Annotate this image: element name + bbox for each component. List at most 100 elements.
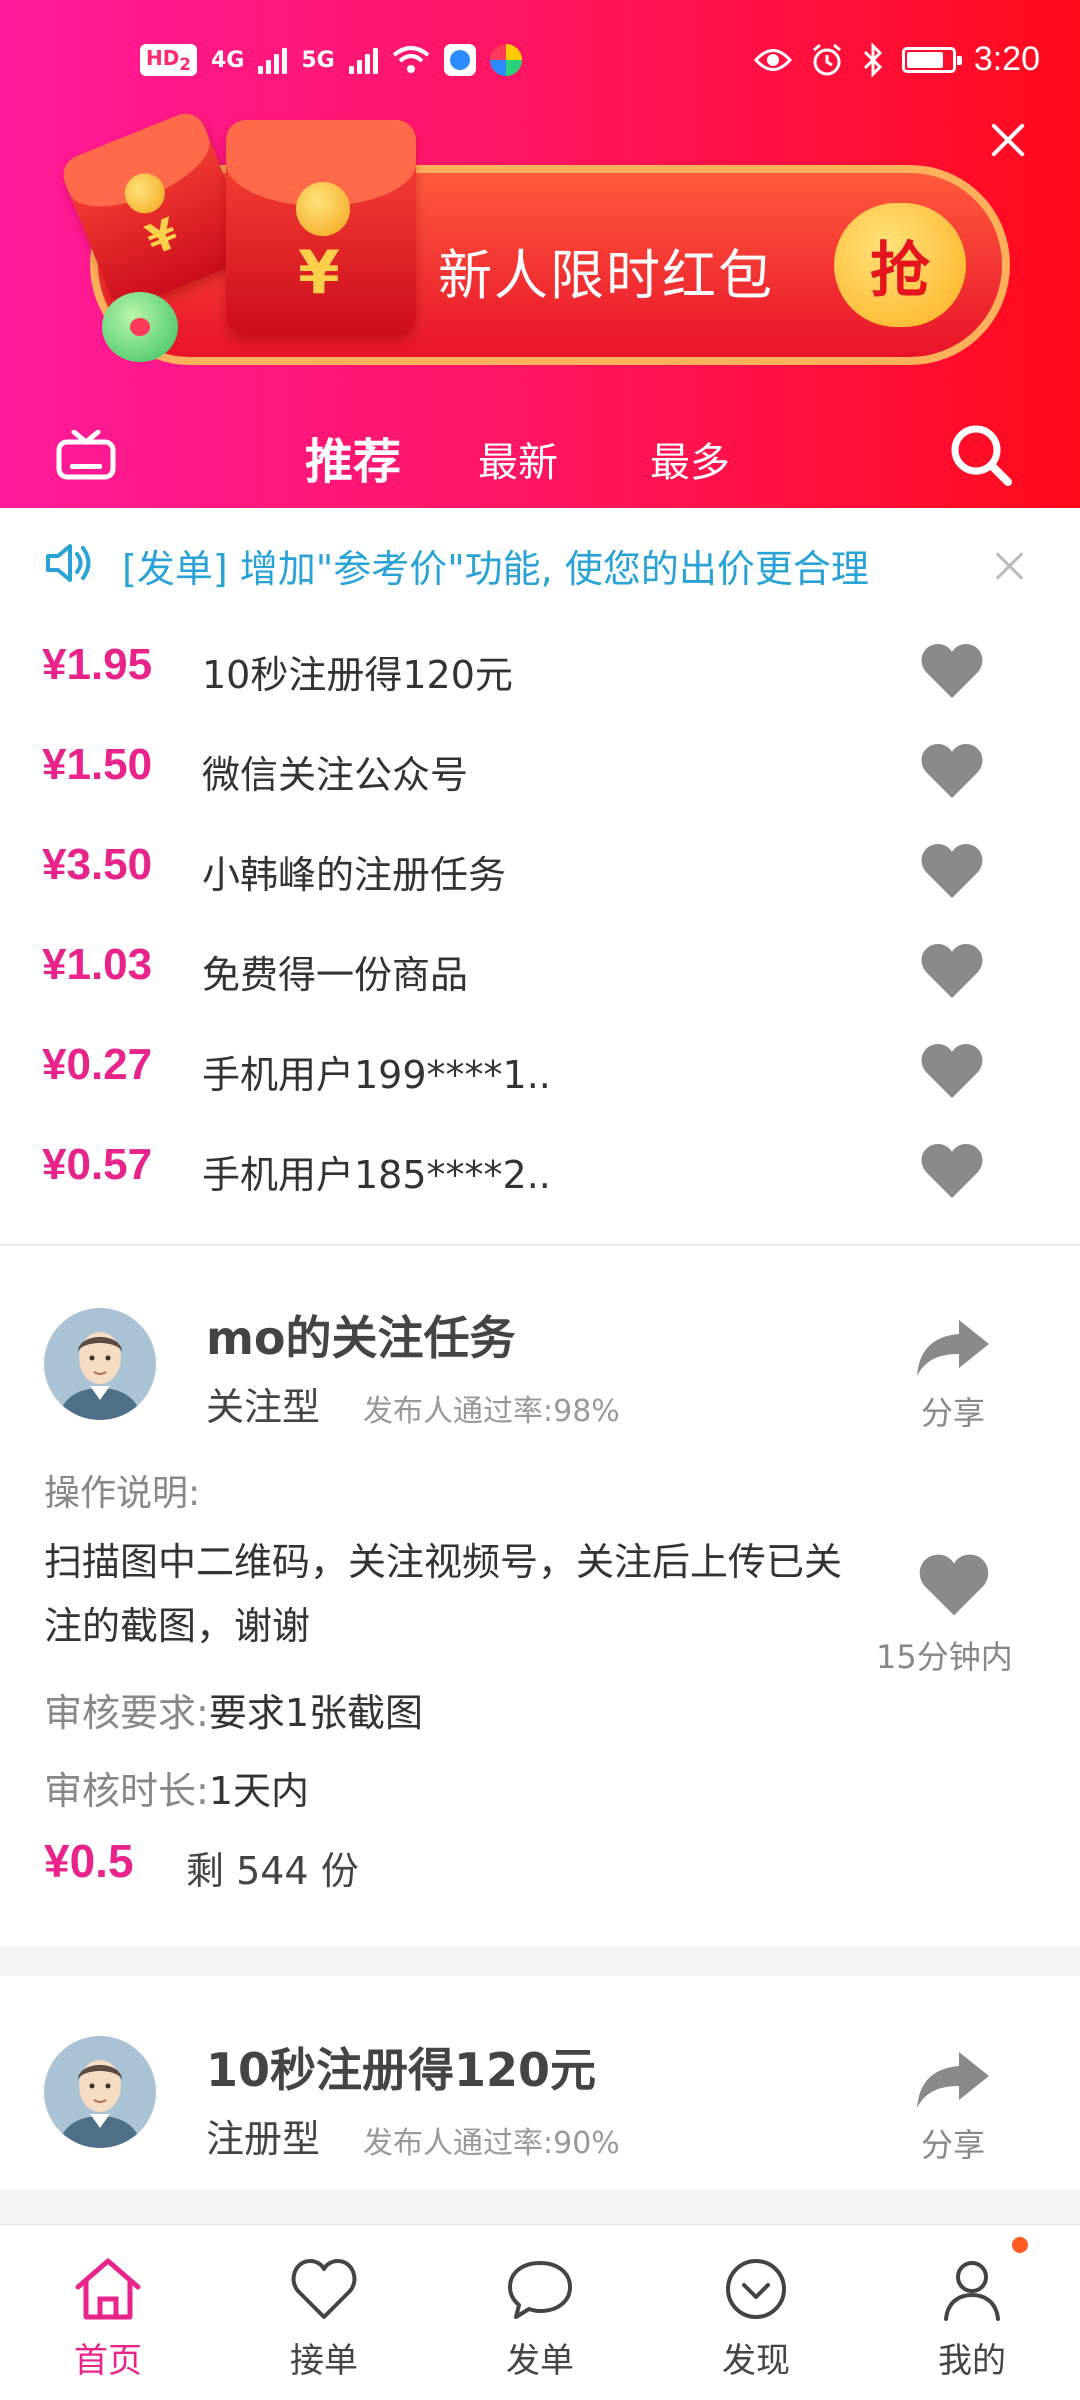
quick-task-title: 10秒注册得120元	[202, 653, 513, 697]
share-icon	[917, 2052, 989, 2108]
banner-close-icon[interactable]	[986, 118, 1030, 162]
quick-task-row[interactable]: ¥1.50 微信关注公众号	[0, 720, 1080, 820]
quick-task-title: 小韩峰的注册任务	[202, 853, 507, 897]
chat-icon	[508, 2261, 572, 2319]
review-req-value: 要求1张截图	[208, 1691, 423, 1735]
nav-label: 发现	[722, 2341, 790, 2381]
notice-text: [发单] 增加"参考价"功能, 使您的出价更合理	[122, 547, 869, 591]
quick-task-title: 手机用户199****1..	[202, 1053, 551, 1097]
quick-task-price: ¥3.50	[42, 840, 153, 889]
red-packet-icon-front: ¥	[226, 120, 416, 336]
alarm-icon	[812, 43, 841, 75]
notice-close-icon[interactable]	[992, 548, 1028, 584]
hd-sub: 2	[179, 55, 191, 74]
signal-icon	[258, 46, 288, 74]
tab-most[interactable]: 最多	[650, 430, 730, 488]
quick-task-row[interactable]: ¥0.57 手机用户185****2..	[0, 1120, 1080, 1220]
heart-icon[interactable]	[920, 942, 984, 1000]
battery-level	[906, 51, 943, 68]
publisher-pass-rate: 发布人通过率:98%	[363, 1394, 620, 1429]
quick-task-price: ¥1.95	[42, 640, 153, 689]
network-5g-label: 5G	[301, 47, 335, 73]
discover-icon	[726, 2259, 786, 2319]
tab-latest[interactable]: 最新	[478, 430, 558, 488]
tv-icon[interactable]	[56, 430, 116, 480]
nav-label: 我的	[938, 2341, 1006, 2381]
task-type: 注册型	[206, 2117, 321, 2161]
nav-discover[interactable]: 发现	[686, 2255, 826, 2382]
share-label: 分享	[920, 2126, 985, 2164]
packet-yen-1: ¥	[139, 208, 185, 265]
remaining-count: 剩 544 份	[186, 1849, 359, 1893]
heart-icon[interactable]	[920, 642, 984, 700]
heart-icon	[291, 2259, 357, 2319]
heart-icon[interactable]	[918, 1552, 990, 1618]
tab-bar: 推荐 最新 最多	[0, 400, 1080, 500]
signal-icon-2	[348, 46, 378, 74]
share-button[interactable]: 分享	[908, 2048, 998, 2166]
heart-icon[interactable]	[920, 742, 984, 800]
share-button[interactable]: 分享	[908, 1316, 998, 1434]
status-right: 3:20	[753, 40, 1040, 79]
heart-icon[interactable]	[920, 842, 984, 900]
quick-task-price: ¥1.50	[42, 740, 153, 789]
status-time: 3:20	[973, 40, 1040, 78]
nav-label: 发单	[506, 2341, 574, 2381]
nav-home[interactable]: 首页	[38, 2255, 178, 2382]
quick-task-price: ¥0.27	[42, 1040, 153, 1089]
task-card[interactable]: mo的关注任务 关注型 发布人通过率:98% 分享 操作说明: 扫描图中二维码，…	[0, 1246, 1080, 1946]
search-icon[interactable]	[948, 422, 1014, 488]
bluetooth-icon	[863, 42, 882, 77]
quick-task-row[interactable]: ¥3.50 小韩峰的注册任务	[0, 820, 1080, 920]
quick-task-row[interactable]: ¥1.03 免费得一份商品	[0, 920, 1080, 1020]
app-icon-2	[489, 44, 522, 76]
review-duration: 审核时长:1天内	[44, 1760, 309, 1815]
task-title: 10秒注册得120元	[206, 2043, 597, 2097]
notification-dot	[1012, 2237, 1028, 2253]
grab-button[interactable]: 抢	[834, 203, 966, 327]
nav-label: 首页	[74, 2341, 142, 2381]
quick-task-title: 微信关注公众号	[202, 753, 469, 797]
quick-task-title: 手机用户185****2..	[202, 1153, 551, 1197]
home-icon	[75, 2258, 141, 2320]
status-left: HD2 4G 5G	[140, 44, 522, 76]
avatar	[44, 1308, 156, 1420]
task-reward: ¥0.5	[44, 1835, 134, 1887]
review-dur-label: 审核时长:	[44, 1769, 209, 1813]
operation-label: 操作说明:	[44, 1473, 201, 1514]
review-dur-value: 1天内	[208, 1769, 309, 1813]
time-limit: 15分钟内	[876, 1638, 1013, 1676]
heart-icon[interactable]	[920, 1142, 984, 1200]
share-label: 分享	[920, 1394, 985, 1432]
quick-task-price: ¥0.57	[42, 1140, 153, 1189]
wifi-icon	[392, 46, 429, 73]
tab-recommend[interactable]: 推荐	[305, 422, 401, 492]
header: HD2 4G 5G 3:20 新人限时红包 抢 ¥ ¥ 推荐 最新 最多	[0, 0, 1080, 508]
publisher-pass-rate: 发布人通过率:90%	[363, 2126, 620, 2161]
notice-bar[interactable]: [发单] 增加"参考价"功能, 使您的出价更合理	[0, 508, 1080, 620]
task-type: 关注型	[206, 1385, 321, 1429]
task-title: mo的关注任务	[206, 1311, 516, 1365]
bottom-nav: 首页 接单 发单 发现 我的	[0, 2224, 1080, 2400]
quick-task-price: ¥1.03	[42, 940, 153, 989]
heart-icon[interactable]	[920, 1042, 984, 1100]
quick-task-title: 免费得一份商品	[202, 953, 469, 997]
jade-coin-icon	[102, 292, 178, 362]
battery-icon	[901, 46, 962, 73]
avatar	[44, 2036, 156, 2148]
nav-accept[interactable]: 接单	[254, 2255, 394, 2382]
hd-indicator: HD2	[140, 44, 197, 76]
review-req-label: 审核要求:	[44, 1691, 209, 1735]
quick-task-row[interactable]: ¥1.95 10秒注册得120元	[0, 620, 1080, 720]
quick-task-list: ¥1.95 10秒注册得120元 ¥1.50 微信关注公众号 ¥3.50 小韩峰…	[0, 620, 1080, 1245]
network-4g-label: 4G	[210, 47, 245, 73]
operation-description: 扫描图中二维码，关注视频号，关注后上传已关注的截图，谢谢	[44, 1540, 843, 1648]
banner-text: 新人限时红包	[438, 244, 774, 307]
nav-publish[interactable]: 发单	[470, 2255, 610, 2382]
nav-profile[interactable]: 我的	[902, 2255, 1042, 2382]
packet-yen-2: ¥	[298, 238, 340, 308]
nav-label: 接单	[290, 2341, 358, 2381]
task-card[interactable]: 10秒注册得120元 注册型 发布人通过率:90% 分享	[0, 1976, 1080, 2190]
quick-task-row[interactable]: ¥0.27 手机用户199****1..	[0, 1020, 1080, 1120]
speaker-icon	[46, 544, 91, 582]
